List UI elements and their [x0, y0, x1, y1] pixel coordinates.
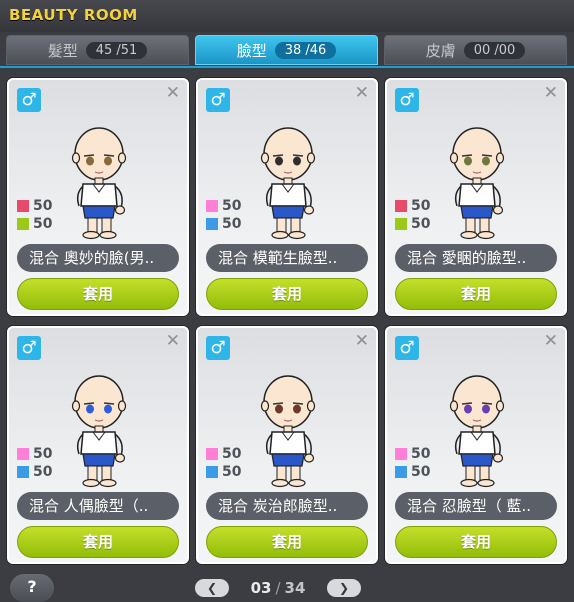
stat-row-1: 50	[17, 446, 52, 462]
stat-row-2: 50	[395, 464, 430, 480]
stat-row-2: 50	[395, 216, 430, 232]
stat-value: 50	[33, 446, 53, 462]
close-icon[interactable]: ✕	[166, 331, 180, 351]
close-icon[interactable]: ✕	[355, 331, 369, 351]
help-button[interactable]: ?	[10, 574, 54, 602]
apply-button[interactable]: 套用	[395, 278, 557, 310]
stat-color-swatch	[206, 448, 218, 460]
close-icon[interactable]: ✕	[544, 331, 558, 351]
character-avatar	[449, 127, 505, 240]
stat-color-swatch	[395, 448, 407, 460]
title-bar: BEAUTY ROOM	[0, 0, 574, 32]
stat-value: 50	[222, 464, 242, 480]
character-avatar	[449, 375, 505, 488]
male-gender-icon: ♂	[395, 88, 419, 112]
apply-button[interactable]: 套用	[206, 526, 368, 558]
current-page: 03	[250, 579, 272, 597]
stat-row-1: 50	[17, 198, 52, 214]
tab-count: 38 /46	[274, 41, 337, 59]
apply-button[interactable]: 套用	[17, 526, 179, 558]
stat-row-2: 50	[206, 216, 241, 232]
stat-value: 50	[222, 446, 242, 462]
total-pages: 34	[284, 579, 306, 597]
tab-hair[interactable]: 髮型 45 /51	[6, 35, 189, 65]
stat-row-2: 50	[17, 216, 52, 232]
tab-label: 臉型	[236, 41, 267, 60]
apply-button[interactable]: 套用	[17, 278, 179, 310]
character-avatar	[260, 375, 316, 488]
male-gender-icon: ♂	[17, 336, 41, 360]
stat-value: 50	[222, 198, 242, 214]
stat-value: 50	[33, 464, 53, 480]
close-icon[interactable]: ✕	[544, 83, 558, 103]
male-gender-icon: ♂	[17, 88, 41, 112]
stat-row-1: 50	[206, 198, 241, 214]
tab-count: 45 /51	[85, 41, 148, 59]
stat-value: 50	[222, 216, 242, 232]
page-separator: /	[275, 579, 281, 597]
stat-color-swatch	[206, 200, 218, 212]
stat-value: 50	[33, 216, 53, 232]
tab-skin[interactable]: 皮膚 00 /00	[384, 35, 567, 65]
chevron-left-icon: ❮	[206, 581, 218, 595]
tab-label: 皮膚	[425, 41, 456, 60]
stat-color-swatch	[17, 448, 29, 460]
character-avatar	[71, 127, 127, 240]
tab-label: 髮型	[47, 41, 78, 60]
close-icon[interactable]: ✕	[355, 83, 369, 103]
stat-value: 50	[411, 216, 431, 232]
tab-underline	[0, 66, 574, 68]
stat-color-swatch	[206, 218, 218, 230]
page-indicator: 03/34	[229, 579, 327, 597]
face-name-label: 混合 炭治郎臉型..	[206, 492, 368, 520]
stat-value: 50	[411, 198, 431, 214]
stat-color-swatch	[17, 200, 29, 212]
apply-button[interactable]: 套用	[395, 526, 557, 558]
face-card[interactable]: ♂ ✕ 50 50 混合 炭治郎臉型.. 套用	[196, 326, 378, 564]
male-gender-icon: ♂	[395, 336, 419, 360]
stat-row-1: 50	[395, 198, 430, 214]
face-card[interactable]: ♂ ✕ 50 50 混合 人偶臉型（.. 套用	[7, 326, 189, 564]
face-card[interactable]: ♂ ✕ 50 50 混合 奧妙的臉(男.. 套用	[7, 78, 189, 316]
next-page-button[interactable]: ❯	[327, 579, 361, 597]
stat-row-2: 50	[206, 464, 241, 480]
face-card[interactable]: ♂ ✕ 50 50 混合 愛睏的臉型.. 套用	[385, 78, 567, 316]
male-gender-icon: ♂	[206, 336, 230, 360]
face-name-label: 混合 模範生臉型..	[206, 244, 368, 272]
prev-page-button[interactable]: ❮	[195, 579, 229, 597]
category-tabs: 髮型 45 /51 臉型 38 /46 皮膚 00 /00	[0, 35, 574, 67]
apply-button[interactable]: 套用	[206, 278, 368, 310]
face-name-label: 混合 忍臉型（ 藍..	[395, 492, 557, 520]
tab-count: 00 /00	[463, 41, 526, 59]
chevron-right-icon: ❯	[338, 581, 350, 595]
character-avatar	[71, 375, 127, 488]
stat-color-swatch	[395, 466, 407, 478]
window-title: BEAUTY ROOM	[9, 6, 138, 24]
pagination: ❮ 03/34 ❯	[195, 578, 361, 598]
stat-color-swatch	[206, 466, 218, 478]
tab-face[interactable]: 臉型 38 /46	[195, 35, 378, 65]
stat-value: 50	[411, 446, 431, 462]
close-icon[interactable]: ✕	[166, 83, 180, 103]
stat-color-swatch	[17, 218, 29, 230]
stat-color-swatch	[395, 200, 407, 212]
stat-row-2: 50	[17, 464, 52, 480]
stat-color-swatch	[395, 218, 407, 230]
stat-row-1: 50	[395, 446, 430, 462]
face-name-label: 混合 奧妙的臉(男..	[17, 244, 179, 272]
face-name-label: 混合 愛睏的臉型..	[395, 244, 557, 272]
male-gender-icon: ♂	[206, 88, 230, 112]
stat-row-1: 50	[206, 446, 241, 462]
face-card[interactable]: ♂ ✕ 50 50 混合 模範生臉型.. 套用	[196, 78, 378, 316]
face-name-label: 混合 人偶臉型（..	[17, 492, 179, 520]
stat-color-swatch	[17, 466, 29, 478]
stat-value: 50	[33, 198, 53, 214]
character-avatar	[260, 127, 316, 240]
stat-value: 50	[411, 464, 431, 480]
face-card[interactable]: ♂ ✕ 50 50 混合 忍臉型（ 藍.. 套用	[385, 326, 567, 564]
